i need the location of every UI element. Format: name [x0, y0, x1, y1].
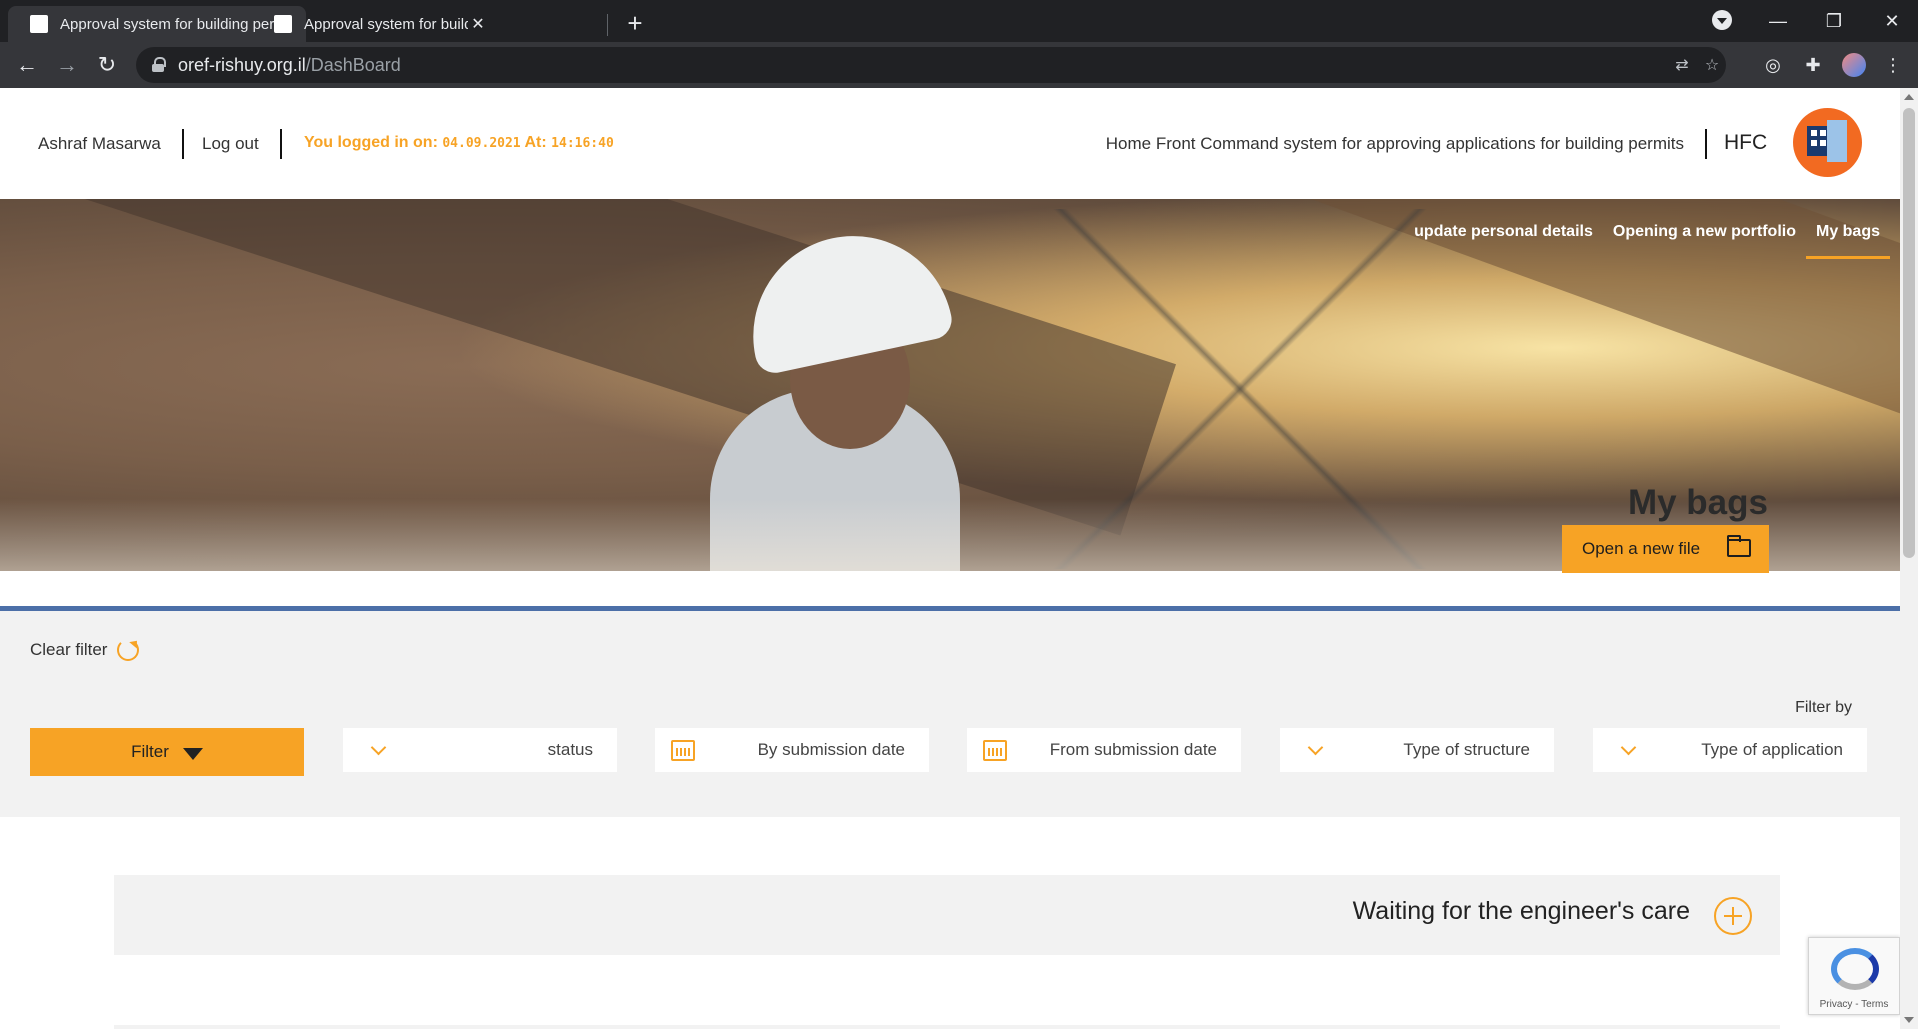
- hero-nav: update personal details Opening a new po…: [1404, 223, 1891, 259]
- nav-opening-new-portfolio[interactable]: Opening a new portfolio: [1603, 223, 1806, 259]
- tab-title: Approval system for building per: [60, 15, 274, 33]
- user-name: Ashraf Masarwa: [38, 134, 161, 153]
- funnel-icon: [182, 748, 203, 760]
- recaptcha-badge[interactable]: Privacy - Terms: [1808, 937, 1900, 1015]
- tab-separator: [607, 14, 608, 36]
- site-header: Ashraf Masarwa Log out You logged in on:…: [0, 88, 1900, 199]
- restore-button[interactable]: ❐: [1814, 6, 1854, 36]
- divider: [280, 129, 282, 159]
- recaptcha-icon: [1831, 948, 1879, 990]
- address-bar[interactable]: oref-rishuy.org.il/DashBoard ⇄ ☆: [136, 47, 1726, 83]
- bookmark-star-icon[interactable]: ☆: [1702, 56, 1722, 76]
- system-title: Home Front Command system for approving …: [1105, 134, 1684, 153]
- tab-title: Approval system for building per: [304, 15, 468, 33]
- page-scrollbar[interactable]: [1900, 88, 1918, 1029]
- scroll-up-icon[interactable]: [1904, 94, 1914, 100]
- scrollbar-thumb[interactable]: [1903, 108, 1915, 558]
- nav-my-bags[interactable]: My bags: [1805, 223, 1891, 259]
- clear-filter-label: Clear filter: [30, 640, 108, 659]
- nav-update-personal-details[interactable]: update personal details: [1404, 223, 1603, 259]
- divider: [182, 129, 184, 159]
- lock-icon: [152, 57, 166, 72]
- open-new-file-label: Open a new file: [1582, 539, 1701, 558]
- structure-type-label: Type of structure: [1403, 740, 1530, 759]
- page: Ashraf Masarwa Log out You logged in on:…: [0, 88, 1900, 1029]
- structure-type-select[interactable]: Type of structure: [1280, 728, 1554, 772]
- profile-avatar[interactable]: [1842, 53, 1866, 77]
- filter-button-label: Filter: [131, 742, 169, 761]
- close-tab-icon[interactable]: ✕: [468, 14, 488, 34]
- to-submission-date-field[interactable]: By submission date: [655, 728, 929, 772]
- page-favicon-icon: [274, 15, 292, 33]
- expand-plus-icon[interactable]: [1714, 897, 1752, 935]
- new-tab-button[interactable]: +: [620, 8, 650, 38]
- login-timestamp: You logged in on: 04.09.2021 At: 14:16:4…: [304, 134, 614, 151]
- status-group-accordion[interactable]: [114, 1025, 1780, 1029]
- browser-tab[interactable]: Approval system for building per ✕: [252, 6, 500, 42]
- calendar-icon: [983, 740, 1007, 761]
- status-select-label: status: [547, 740, 593, 759]
- browser-toolbar: ← → ↻ oref-rishuy.org.il/DashBoard ⇄ ☆ ◎…: [0, 42, 1918, 88]
- extensions-puzzle-icon[interactable]: ✚: [1802, 54, 1824, 76]
- scroll-down-icon[interactable]: [1904, 1017, 1914, 1023]
- chevron-down-icon: [1307, 739, 1324, 756]
- open-new-file-button[interactable]: Open a new file: [1562, 525, 1769, 573]
- translate-icon[interactable]: ⇄: [1672, 56, 1692, 76]
- refresh-icon: [117, 639, 140, 661]
- to-submission-date-label: By submission date: [757, 740, 905, 759]
- back-icon[interactable]: ←: [12, 50, 42, 80]
- filter-button[interactable]: Filter: [30, 728, 304, 776]
- page-favicon-icon: [30, 15, 48, 33]
- url-text: oref-rishuy.org.il/DashBoard: [178, 55, 401, 75]
- bags-list: Waiting for the engineer's care: [0, 817, 1900, 1029]
- from-submission-date-label: From submission date: [1049, 740, 1217, 759]
- tab-search-icon[interactable]: [1712, 10, 1732, 30]
- recaptcha-links[interactable]: Privacy - Terms: [1809, 999, 1899, 1010]
- folder-icon: [1727, 535, 1751, 557]
- logout-link[interactable]: Log out: [202, 134, 259, 154]
- application-type-select[interactable]: Type of application: [1593, 728, 1867, 772]
- chevron-down-icon: [370, 739, 387, 756]
- status-group-title: Waiting for the engineer's care: [1352, 897, 1690, 925]
- close-window-button[interactable]: ✕: [1872, 6, 1912, 36]
- divider: [1705, 129, 1707, 159]
- clear-filter-button[interactable]: Clear filter: [30, 639, 140, 661]
- forward-icon[interactable]: →: [52, 50, 82, 80]
- application-type-label: Type of application: [1701, 740, 1843, 759]
- page-title: My bags: [1627, 483, 1768, 522]
- minimize-button[interactable]: —: [1758, 6, 1798, 36]
- from-submission-date-field[interactable]: From submission date: [967, 728, 1241, 772]
- extension-target-icon[interactable]: ◎: [1762, 54, 1784, 76]
- hfc-logo[interactable]: [1793, 108, 1862, 177]
- hero-banner: update personal details Opening a new po…: [0, 199, 1900, 571]
- browser-tab-strip: Approval system for building per ✕ Appro…: [0, 0, 1918, 42]
- filter-by-label: Filter by: [1795, 699, 1852, 716]
- filter-panel: Clear filter Filter by Filter status By …: [0, 611, 1900, 817]
- org-abbreviation: HFC: [1724, 131, 1768, 154]
- status-group-accordion[interactable]: Waiting for the engineer's care: [114, 875, 1780, 955]
- chevron-down-icon: [1620, 739, 1637, 756]
- calendar-icon: [671, 740, 695, 761]
- status-select[interactable]: status: [343, 728, 617, 772]
- browser-menu-icon[interactable]: ⋮: [1882, 54, 1904, 76]
- reload-icon[interactable]: ↻: [92, 50, 122, 80]
